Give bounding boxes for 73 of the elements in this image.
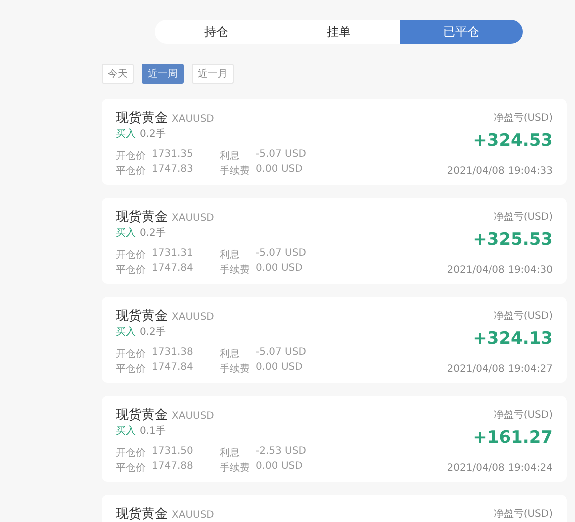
pnl-value: +325.53 [473, 230, 553, 250]
close-time: 2021/04/08 19:04:27 [447, 364, 553, 375]
field-label: 利息 [220, 348, 241, 361]
field-value: 1747.84 [152, 263, 194, 276]
symbol-code: XAUUSD [172, 213, 214, 224]
field-label: 手续费 [220, 164, 250, 178]
field-value: -5.07 USD [256, 149, 306, 162]
field-label: 平仓价 [116, 462, 146, 475]
field-value: 1747.84 [152, 362, 194, 375]
field-label: 开仓价 [116, 249, 146, 262]
field-label: 平仓价 [116, 165, 146, 178]
instrument-name: 现货黄金 [116, 506, 168, 522]
symbol-code: XAUUSD [172, 510, 214, 521]
lot-size: 0.2手 [140, 128, 166, 141]
field-label: 开仓价 [116, 447, 146, 460]
tab[interactable]: 已平仓 [400, 20, 524, 44]
order-card[interactable]: 现货黄金 XAUUSD 买入 0.1手 开仓价 1731.50 利息 -2.53 USD 平仓价 1747.88 手续费 0.00 USD 净盈亏(USD) +161.27 2021/04/08 19:04:24 [102, 396, 567, 482]
pnl-value: +324.13 [473, 329, 553, 349]
field-value: -5.07 USD [256, 347, 306, 360]
field-label: 利息 [220, 248, 241, 262]
field-label: 手续费 [220, 362, 250, 376]
lot-size: 0.1手 [140, 424, 166, 438]
tab[interactable]: 持仓 [155, 20, 278, 44]
order-card[interactable]: 现货黄金 XAUUSD 买入 0.2手 开仓价 1731.38 利息 -5.07 USD 平仓价 1747.84 手续费 0.00 USD 净盈亏(USD) +324.13 2021/04/08 19:04:27 [102, 297, 567, 383]
symbol-code: XAUUSD [172, 114, 214, 125]
field-label: 利息 [220, 446, 241, 460]
close-time: 2021/04/08 19:04:30 [447, 265, 553, 276]
field-label: 平仓价 [116, 264, 146, 277]
close-time: 2021/04/08 19:04:33 [447, 166, 553, 177]
field-value: -5.07 USD [256, 248, 306, 261]
field-value: 0.00 USD [256, 362, 304, 375]
trade-side: 买入 [116, 326, 136, 339]
field-label: 开仓价 [116, 150, 146, 163]
field-value: 1747.83 [152, 164, 194, 177]
field-value: 0.00 USD [256, 164, 304, 177]
filter-button[interactable]: 今天 [102, 64, 134, 84]
trade-side: 买入 [116, 128, 136, 141]
close-time: 2021/04/08 19:04:24 [447, 463, 553, 474]
field-label: 平仓价 [116, 363, 146, 376]
field-value: 0.00 USD [256, 461, 304, 474]
field-value: 1731.38 [152, 347, 194, 360]
instrument-name: 现货黄金 [116, 110, 168, 127]
field-label: 开仓价 [116, 348, 146, 361]
field-value: 1731.31 [152, 248, 194, 261]
field-value: 1731.35 [152, 149, 194, 162]
order-card[interactable]: 现货黄金 XAUUSD 净盈亏(USD) [102, 495, 567, 522]
pnl-label: 净盈亏(USD) [494, 409, 553, 422]
symbol-code: XAUUSD [172, 411, 214, 422]
filter-button[interactable]: 近一月 [192, 64, 234, 84]
pnl-value: +324.53 [473, 131, 553, 151]
lot-size: 0.2手 [140, 326, 166, 339]
pnl-label: 净盈亏(USD) [494, 508, 553, 521]
lot-size: 0.2手 [140, 226, 166, 240]
instrument-name: 现货黄金 [116, 308, 168, 325]
field-value: 1731.50 [152, 446, 194, 459]
trade-side: 买入 [116, 424, 136, 438]
field-value: -2.53 USD [256, 446, 306, 459]
pnl-label: 净盈亏(USD) [494, 112, 553, 125]
pnl-label: 净盈亏(USD) [494, 310, 553, 323]
instrument-name: 现货黄金 [116, 209, 168, 226]
pnl-label: 净盈亏(USD) [494, 211, 553, 224]
symbol-code: XAUUSD [172, 312, 214, 323]
field-label: 利息 [220, 150, 241, 163]
instrument-name: 现货黄金 [116, 407, 168, 424]
order-card[interactable]: 现货黄金 XAUUSD 买入 0.2手 开仓价 1731.35 利息 -5.07 USD 平仓价 1747.83 手续费 0.00 USD 净盈亏(USD) +324.53 2021/04/08 19:04:33 [102, 99, 567, 185]
order-card[interactable]: 现货黄金 XAUUSD 买入 0.2手 开仓价 1731.31 利息 -5.07 USD 平仓价 1747.84 手续费 0.00 USD 净盈亏(USD) +325.53 2021/04/08 19:04:30 [102, 198, 567, 284]
field-value: 0.00 USD [256, 263, 304, 276]
trade-side: 买入 [116, 226, 136, 240]
tab[interactable]: 挂单 [278, 20, 400, 44]
field-value: 1747.88 [152, 461, 194, 474]
field-label: 手续费 [220, 462, 250, 475]
field-label: 手续费 [220, 264, 250, 277]
pnl-value: +161.27 [473, 428, 553, 448]
